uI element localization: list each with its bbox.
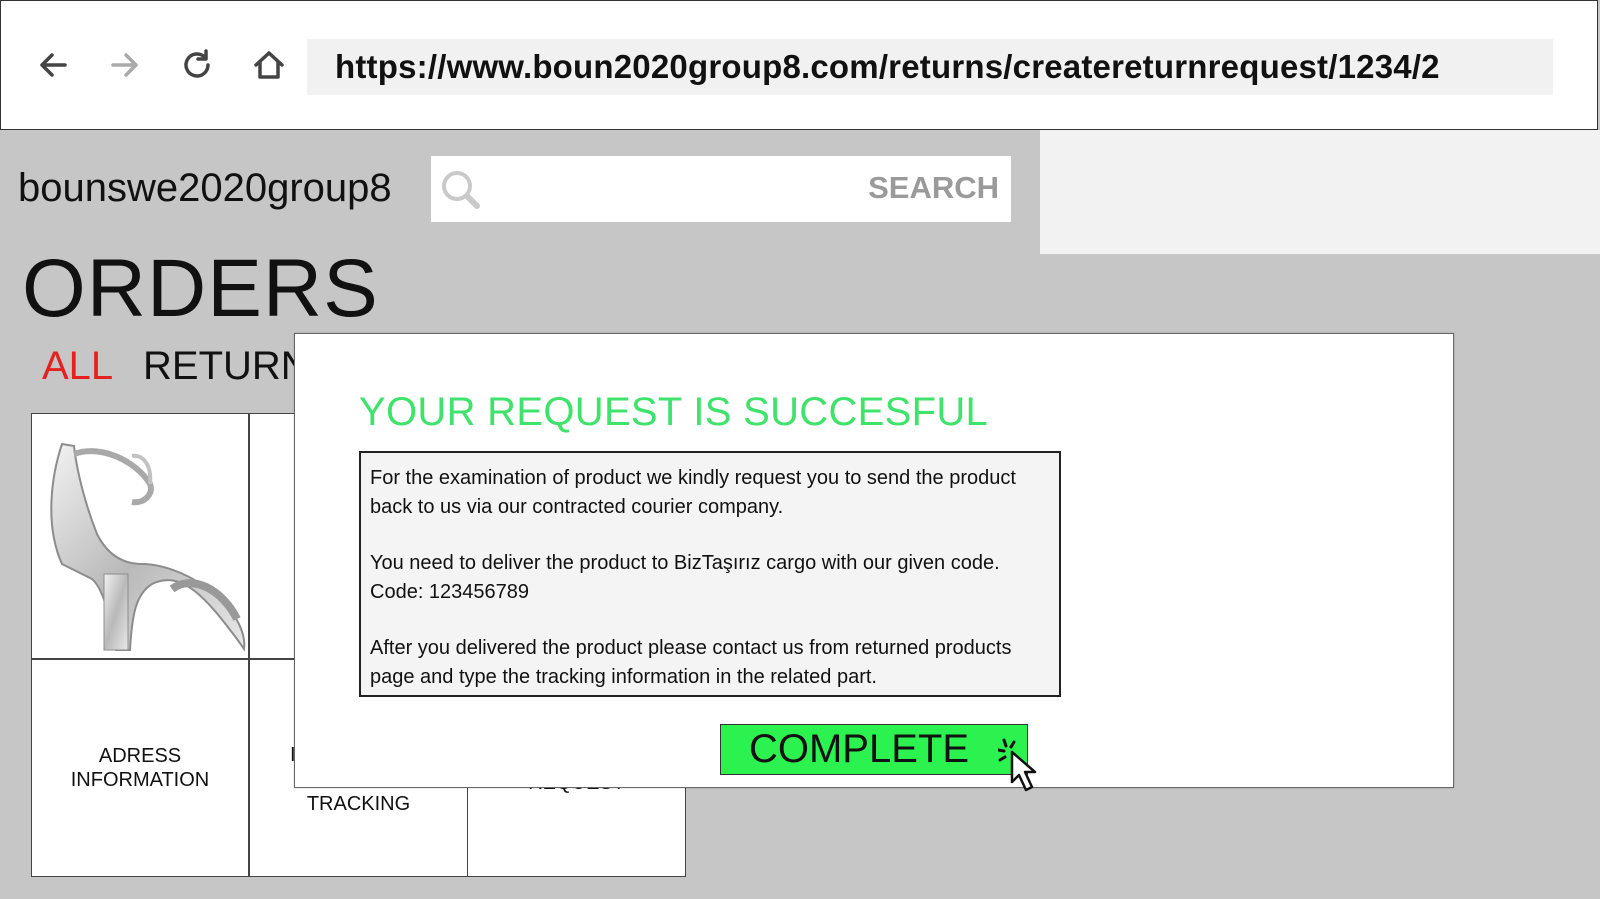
url-bar[interactable]: https://www.boun2020group8.com/returns/c… [307, 39, 1553, 95]
tab-return[interactable]: RETURN [143, 346, 310, 386]
mouse-cursor-icon [998, 738, 1037, 792]
message-paragraph-3: After you delivered the product please c… [370, 637, 1012, 688]
address-information-cell[interactable]: ADRESS INFORMATION [31, 659, 249, 877]
tracking-label: TRACKING [306, 793, 411, 815]
forward-arrow-icon[interactable] [101, 41, 149, 89]
reload-icon[interactable] [173, 41, 221, 89]
complete-button[interactable]: COMPLETE [720, 724, 1028, 775]
address-line-2: INFORMATION [70, 769, 210, 791]
complete-button-label: COMPLETE [748, 727, 970, 771]
address-line-1: ADRESS [98, 745, 182, 767]
search-icon [439, 168, 483, 217]
sandal-image [50, 442, 246, 652]
page-title: ORDERS [22, 243, 379, 334]
home-icon[interactable] [245, 41, 293, 89]
browser-toolbar: https://www.boun2020group8.com/returns/c… [0, 0, 1598, 130]
back-arrow-icon[interactable] [29, 41, 77, 89]
message-delivery-text: You need to deliver the product to BizTa… [370, 552, 1000, 574]
search-input[interactable]: SEARCH [431, 156, 1011, 222]
product-image[interactable] [31, 413, 249, 659]
search-button[interactable]: SEARCH [868, 170, 999, 206]
success-modal: YOUR REQUEST IS SUCCESFUL For the examin… [294, 333, 1454, 788]
header-right-panel [1040, 130, 1600, 254]
message-code-text: Code: 123456789 [370, 580, 530, 603]
message-box: For the examination of product we kindly… [359, 451, 1061, 697]
site-name[interactable]: bounswe2020group8 [18, 166, 392, 211]
message-paragraph-2: You need to deliver the product to BizTa… [370, 549, 1050, 606]
tab-all[interactable]: ALL [42, 346, 113, 386]
message-paragraph-1: For the examination of product we kindly… [370, 467, 1016, 518]
modal-title: YOUR REQUEST IS SUCCESFUL [359, 390, 989, 434]
url-text: https://www.boun2020group8.com/returns/c… [335, 48, 1440, 85]
